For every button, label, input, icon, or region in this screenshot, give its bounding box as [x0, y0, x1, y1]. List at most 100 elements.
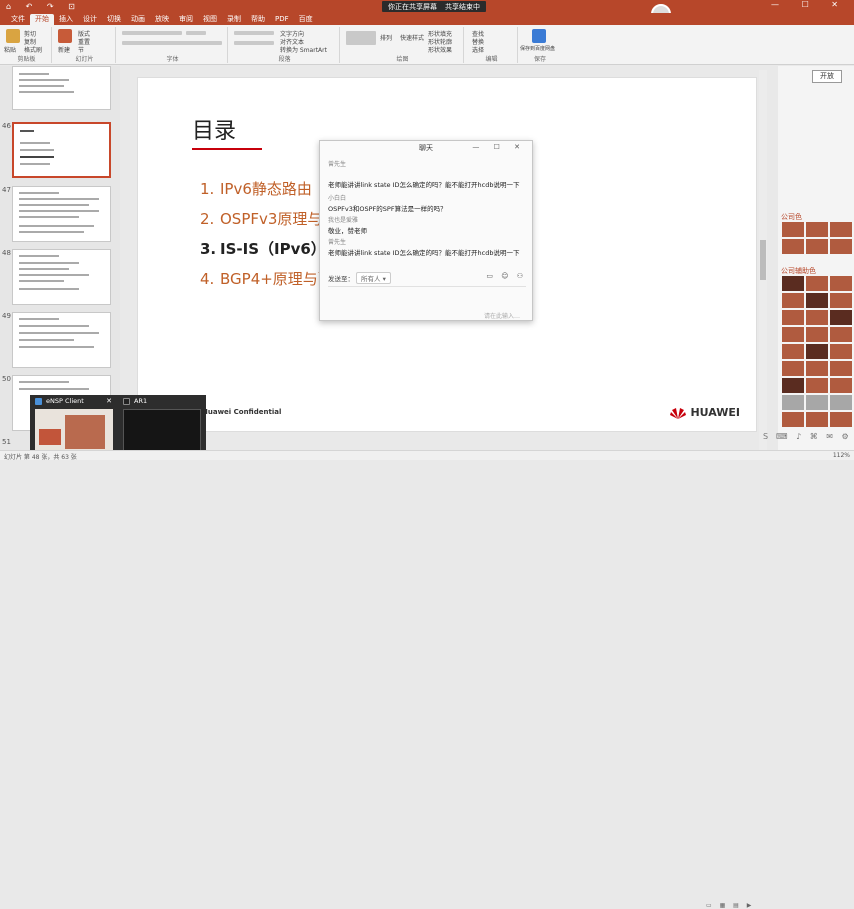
tab-animations[interactable]: 动画 — [126, 14, 150, 25]
slide-title[interactable]: 目录 — [192, 113, 236, 145]
color-tile[interactable] — [830, 276, 852, 291]
ar1-preview[interactable]: AR1 — [120, 395, 204, 457]
agenda-item[interactable]: 1. IPv6静态路由 — [200, 178, 312, 199]
ensp-client-thumbnail[interactable] — [35, 409, 113, 455]
chat-tool-icons[interactable]: ▭ ☺ ⚇ — [486, 272, 526, 280]
color-tile[interactable] — [782, 378, 804, 393]
slide-thumb-49[interactable] — [12, 312, 111, 368]
color-tile[interactable] — [806, 239, 828, 254]
sougou-icon[interactable]: S — [763, 432, 768, 441]
tab-home[interactable]: 开始 — [30, 14, 54, 25]
ar1-thumbnail[interactable] — [123, 409, 201, 455]
baidu-cloud-icon[interactable] — [532, 29, 546, 43]
tab-view[interactable]: 视图 — [198, 14, 222, 25]
color-tile[interactable] — [806, 412, 828, 427]
align-buttons[interactable] — [234, 41, 274, 45]
shape-effects-button[interactable]: 形状效果 — [428, 45, 452, 54]
tab-transitions[interactable]: 切换 — [102, 14, 126, 25]
color-tile[interactable] — [782, 293, 804, 308]
paste-icon[interactable] — [6, 29, 20, 43]
tab-baidu[interactable]: 百度 — [294, 14, 318, 25]
chat-input[interactable] — [328, 286, 526, 312]
tab-insert[interactable]: 插入 — [54, 14, 78, 25]
color-tile[interactable] — [806, 276, 828, 291]
clipboard-group: 粘贴 剪切 复制 格式刷 剪贴板 — [2, 27, 52, 63]
slide-thumbnail-panel[interactable]: 46 47 48 49 50 51 — [0, 66, 120, 450]
color-tile[interactable] — [830, 310, 852, 325]
font-size-box[interactable] — [186, 31, 206, 35]
send-to-dropdown[interactable]: 所有人 ▾ — [356, 272, 391, 284]
chat-window-controls[interactable]: — ☐ ✕ — [472, 143, 526, 151]
color-tile[interactable] — [782, 239, 804, 254]
quick-access-toolbar[interactable]: ⌂ ↶ ↷ ⊡ — [6, 2, 81, 11]
color-tile[interactable] — [830, 222, 852, 237]
color-tile[interactable] — [830, 361, 852, 376]
color-tile[interactable] — [806, 395, 828, 410]
format-painter-button[interactable]: 格式刷 — [24, 45, 42, 54]
open-mode-button[interactable]: 开放 — [812, 70, 842, 83]
tab-pdf[interactable]: PDF — [270, 14, 294, 25]
color-tile[interactable] — [830, 378, 852, 393]
ensp-client-preview[interactable]: eNSP Client ✕ — [32, 395, 116, 457]
paste-button[interactable]: 粘贴 — [4, 45, 16, 54]
color-tile[interactable] — [782, 395, 804, 410]
tab-slideshow[interactable]: 放映 — [150, 14, 174, 25]
agenda-item[interactable]: 2. OSPFv3原理与配 — [200, 208, 337, 229]
ensp-icon — [35, 398, 42, 405]
color-tile[interactable] — [830, 327, 852, 342]
zoom-level[interactable]: 112% — [833, 452, 850, 459]
font-format-row[interactable] — [122, 41, 222, 45]
tab-record[interactable]: 录制 — [222, 14, 246, 25]
list-buttons[interactable] — [234, 31, 274, 35]
color-tile[interactable] — [806, 344, 828, 359]
tab-file[interactable]: 文件 — [6, 14, 30, 25]
color-tile[interactable] — [830, 239, 852, 254]
tab-help[interactable]: 帮助 — [246, 14, 270, 25]
slide-thumb-48[interactable] — [12, 249, 111, 305]
color-tile[interactable] — [806, 310, 828, 325]
color-tile[interactable] — [782, 412, 804, 427]
close-icon: ✕ — [106, 397, 112, 405]
shapes-gallery[interactable] — [346, 31, 376, 45]
quick-styles-button[interactable]: 快速样式 — [400, 33, 424, 42]
color-tile[interactable] — [806, 327, 828, 342]
color-tile[interactable] — [806, 361, 828, 376]
new-slide-icon[interactable] — [58, 29, 72, 43]
vertical-scrollbar[interactable] — [759, 70, 767, 450]
tray-icons[interactable]: ⌨ ♪ ⌘ ✉ ⚙ — [776, 432, 852, 441]
color-tile[interactable] — [782, 327, 804, 342]
color-tile[interactable] — [806, 293, 828, 308]
color-tile[interactable] — [806, 378, 828, 393]
arrange-button[interactable]: 排列 — [380, 33, 392, 42]
view-buttons[interactable]: ▭ ▦ ▤ ▶ — [706, 902, 754, 909]
select-button[interactable]: 选择 — [472, 45, 484, 54]
window-controls[interactable]: — ☐ ✕ — [771, 0, 848, 9]
slide-thumb-47[interactable] — [12, 186, 111, 242]
color-tile[interactable] — [782, 222, 804, 237]
color-tile[interactable] — [782, 361, 804, 376]
color-tile[interactable] — [782, 344, 804, 359]
status-bar: 幻灯片 第 48 张，共 63 张 ▭ ▦ ▤ ▶ 112% — [0, 450, 854, 909]
new-slide-button[interactable]: 新建 — [58, 45, 70, 54]
tab-review[interactable]: 审阅 — [174, 14, 198, 25]
message-sender: 曾先生 — [328, 239, 347, 246]
chat-window[interactable]: 聊天 — ☐ ✕ 曾先生 老师能讲讲link state ID怎么确定的吗？能不… — [319, 140, 533, 321]
scrollbar-thumb[interactable] — [760, 240, 766, 280]
color-tile[interactable] — [806, 222, 828, 237]
slide-thumb-45[interactable] — [12, 66, 111, 110]
slide-thumb-46[interactable] — [12, 122, 111, 178]
color-tile[interactable] — [830, 395, 852, 410]
screen-share-bar[interactable]: 你正在共享屏幕 共享结束中 — [382, 1, 486, 12]
save-baidu-button[interactable]: 保存到百度网盘 — [520, 45, 555, 52]
share-stop-button[interactable]: 共享结束中 — [445, 2, 480, 12]
agenda-item[interactable]: 4. BGP4+原理与配 — [200, 268, 333, 289]
color-tile[interactable] — [782, 310, 804, 325]
section-button[interactable]: 节 — [78, 45, 84, 54]
color-tile[interactable] — [830, 412, 852, 427]
color-tile[interactable] — [830, 344, 852, 359]
font-name-box[interactable] — [122, 31, 182, 35]
smartart-button[interactable]: 转换为 SmartArt — [280, 45, 327, 54]
color-tile[interactable] — [830, 293, 852, 308]
color-tile[interactable] — [782, 276, 804, 291]
tab-design[interactable]: 设计 — [78, 14, 102, 25]
